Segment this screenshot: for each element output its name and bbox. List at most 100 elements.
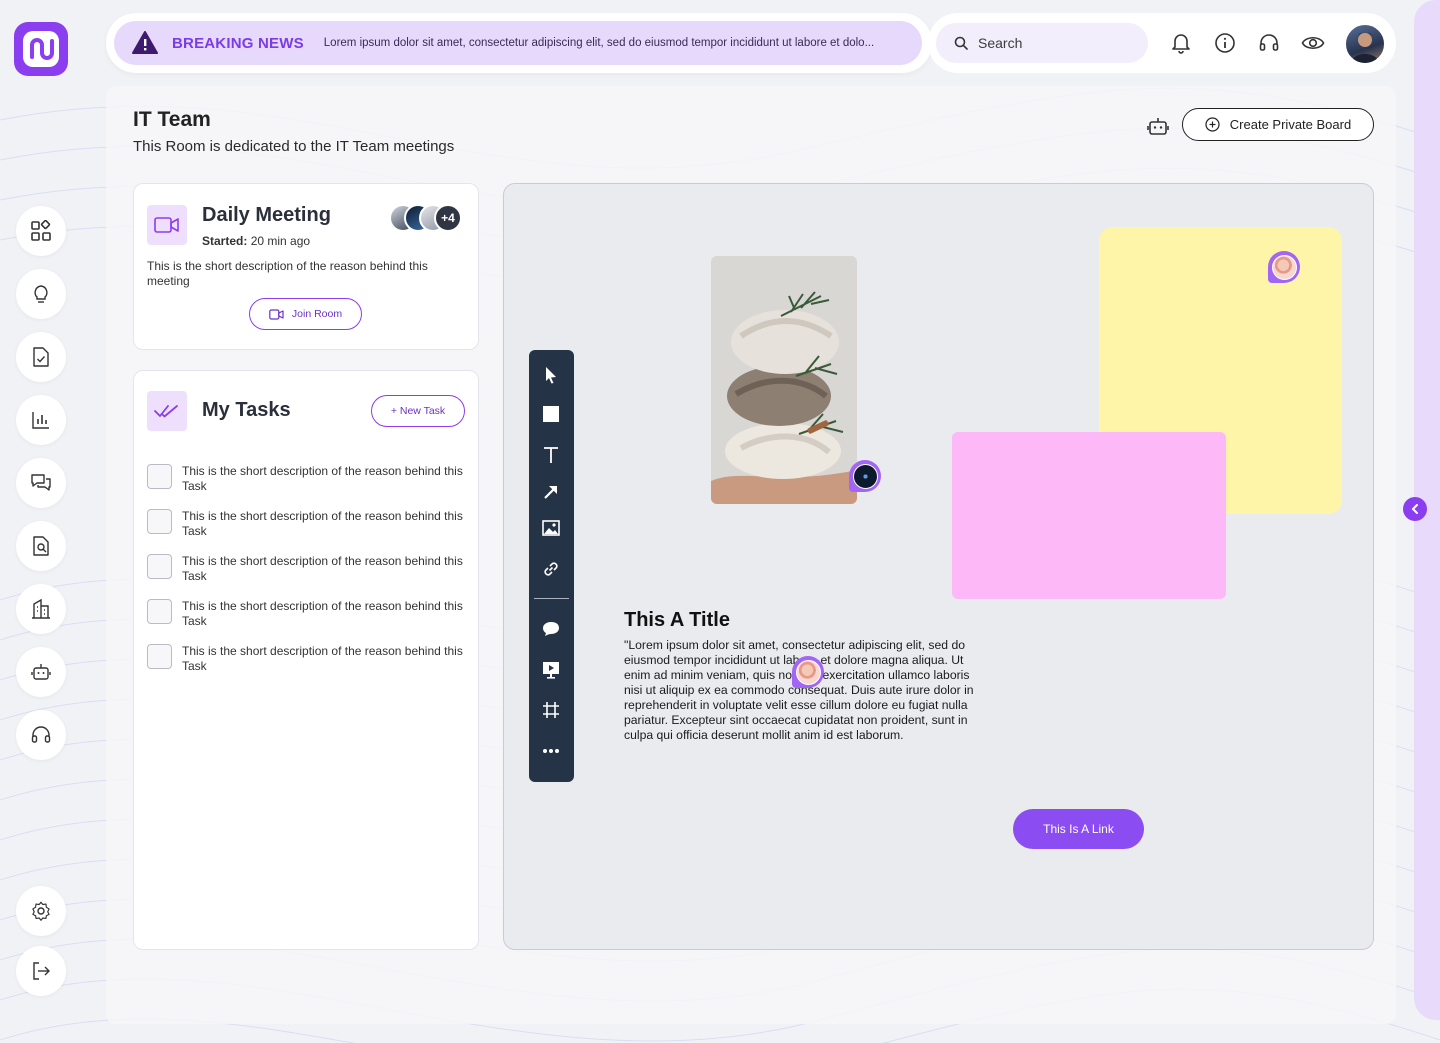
frame-icon[interactable] xyxy=(539,698,563,722)
eye-icon[interactable] xyxy=(1301,31,1325,55)
top-actions xyxy=(928,13,1396,73)
info-icon[interactable] xyxy=(1213,31,1237,55)
chevron-left-icon xyxy=(1411,504,1418,514)
sidebar-item-chat[interactable] xyxy=(16,458,66,508)
toolbar-divider xyxy=(534,598,569,599)
sidebar-item-settings[interactable] xyxy=(16,886,66,936)
started-value: 20 min ago xyxy=(250,234,311,248)
wrapped-gifts-image xyxy=(711,256,857,504)
text-icon[interactable] xyxy=(539,443,563,467)
task-text: This is the short description of the rea… xyxy=(182,644,463,673)
chat-icon xyxy=(31,474,51,491)
join-room-label: Join Room xyxy=(291,308,343,320)
task-text: This is the short description of the rea… xyxy=(182,554,463,583)
sidebar-item-support[interactable] xyxy=(16,710,66,760)
chart-icon xyxy=(32,412,49,429)
sidebar-item-dashboard[interactable] xyxy=(16,206,66,256)
new-task-button[interactable]: + New Task xyxy=(371,395,465,427)
settings-icon xyxy=(32,901,50,921)
started-label: Started: xyxy=(202,234,248,248)
page-title: IT Team xyxy=(133,108,211,131)
rectangle-icon[interactable] xyxy=(539,402,563,426)
sidebar-item-documents[interactable] xyxy=(16,332,66,382)
task-text: This is the short description of the rea… xyxy=(182,599,463,628)
arrow-icon[interactable] xyxy=(539,480,563,504)
main-panel: IT Team This Room is dedicated to the IT… xyxy=(106,86,1396,1024)
task-checkbox[interactable] xyxy=(147,464,172,489)
sidebar-item-analytics[interactable] xyxy=(16,395,66,445)
headset-icon[interactable] xyxy=(1257,31,1281,55)
meeting-description: This is the short description of the rea… xyxy=(147,259,428,288)
avatar-image xyxy=(1351,32,1379,63)
task-text: This is the short description of the rea… xyxy=(182,509,463,538)
file-search-icon xyxy=(33,536,49,556)
image-icon[interactable] xyxy=(539,516,563,540)
task-item: This is the short description of the rea… xyxy=(147,599,467,629)
task-checkbox[interactable] xyxy=(147,554,172,579)
present-icon[interactable] xyxy=(539,658,563,682)
task-checkbox[interactable] xyxy=(147,599,172,624)
logout-icon xyxy=(33,962,50,980)
building-icon xyxy=(32,598,50,619)
user-avatar[interactable] xyxy=(1344,23,1386,65)
daily-meeting-card: Daily Meeting Started: 20 min ago +4 Thi… xyxy=(133,183,479,350)
task-item: This is the short description of the rea… xyxy=(147,509,467,539)
sidebar-item-ideas[interactable] xyxy=(16,269,66,319)
create-private-board-label: Create Private Board xyxy=(1229,117,1352,132)
sidebar-item-logout[interactable] xyxy=(16,946,66,996)
assistant-bot-icon[interactable] xyxy=(1146,114,1170,143)
logo-mark-icon xyxy=(23,31,59,67)
board-link-button[interactable]: This Is A Link xyxy=(1013,809,1144,849)
video-icon xyxy=(269,308,284,320)
pointer-icon[interactable] xyxy=(539,363,563,387)
board-text-title[interactable]: This A Title xyxy=(624,609,730,632)
app-logo[interactable] xyxy=(14,22,68,76)
search-box[interactable] xyxy=(936,23,1148,63)
task-item: This is the short description of the rea… xyxy=(147,644,467,674)
dashboard-icon xyxy=(31,220,51,241)
page-subtitle: This Room is dedicated to the IT Team me… xyxy=(133,138,455,155)
document-check-icon xyxy=(33,347,49,367)
bot-icon xyxy=(31,664,51,680)
comment-icon[interactable] xyxy=(539,617,563,641)
board-image[interactable] xyxy=(711,256,857,504)
news-bar: BREAKING NEWS Lorem ipsum dolor sit amet… xyxy=(106,13,932,73)
tasks-title: My Tasks xyxy=(202,399,291,421)
plus-circle-icon xyxy=(1205,117,1220,132)
lightbulb-icon xyxy=(34,285,48,303)
more-participants-badge: +4 xyxy=(434,204,462,232)
board-text-body[interactable]: "Lorem ipsum dolor sit amet, consectetur… xyxy=(624,638,980,743)
task-text: This is the short description of the rea… xyxy=(182,464,463,493)
sidebar-item-bots[interactable] xyxy=(16,647,66,697)
breaking-news-banner[interactable]: BREAKING NEWS Lorem ipsum dolor sit amet… xyxy=(114,21,922,65)
collaborator-cursor-avatar xyxy=(849,460,881,492)
video-camera-icon xyxy=(147,205,187,245)
bell-icon[interactable] xyxy=(1169,31,1193,55)
search-icon xyxy=(954,36,968,50)
task-item: This is the short description of the rea… xyxy=(147,554,467,584)
sidebar-item-search-files[interactable] xyxy=(16,521,66,571)
join-room-button[interactable]: Join Room xyxy=(249,298,362,330)
sidebar-item-organization[interactable] xyxy=(16,584,66,634)
board-toolbar xyxy=(529,350,574,782)
search-input[interactable] xyxy=(978,35,1128,51)
drawer-toggle-button[interactable] xyxy=(1403,497,1427,521)
task-checkbox[interactable] xyxy=(147,644,172,669)
collaborator-cursor-avatar xyxy=(1268,251,1300,283)
headset-icon xyxy=(31,726,51,743)
double-check-icon xyxy=(147,391,187,431)
my-tasks-card: My Tasks + New Task This is the short de… xyxy=(133,370,479,950)
collaborator-cursor-avatar xyxy=(792,656,824,688)
sticky-note-pink[interactable] xyxy=(952,432,1226,599)
news-text: Lorem ipsum dolor sit amet, consectetur … xyxy=(323,37,875,49)
link-icon[interactable] xyxy=(539,557,563,581)
task-checkbox[interactable] xyxy=(147,509,172,534)
warning-icon xyxy=(132,31,158,54)
whiteboard-canvas[interactable]: This A Title "Lorem ipsum dolor sit amet… xyxy=(503,183,1374,950)
news-label: BREAKING NEWS xyxy=(172,34,304,52)
participants-avatars[interactable]: +4 xyxy=(389,204,469,234)
create-private-board-button[interactable]: Create Private Board xyxy=(1182,108,1374,141)
more-icon[interactable] xyxy=(539,739,563,763)
meeting-started: Started: 20 min ago xyxy=(202,234,310,248)
meeting-title: Daily Meeting xyxy=(202,204,331,226)
